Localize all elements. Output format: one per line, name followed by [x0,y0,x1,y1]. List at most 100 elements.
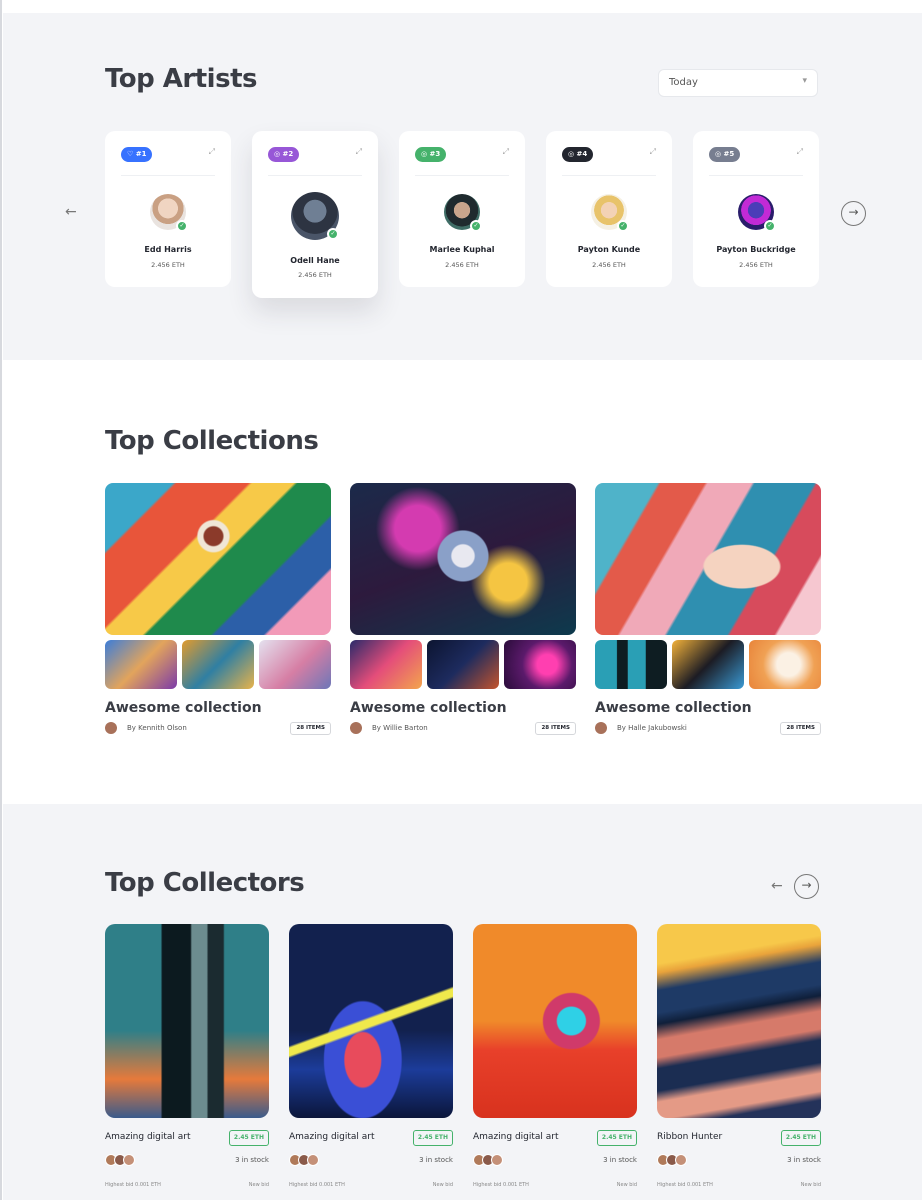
new-bid-link[interactable]: New bid [433,1182,453,1188]
arrow-right-circle-icon[interactable]: → [841,201,866,226]
collection-author: By Willie Barton [372,724,428,732]
collection-title: Awesome collection [595,700,752,716]
price-badge: 2.45 ETH [780,1130,821,1146]
avatar [123,1154,135,1166]
collection-title: Awesome collection [350,700,507,716]
divider [268,175,362,176]
pin-icon[interactable]: ⤢ [797,147,803,157]
collection-card[interactable]: Awesome collection By Kennith Olson 28 I… [105,483,331,736]
rank-label: #1 [135,150,147,158]
highest-bid: Highest bid 0.001 ETH [289,1182,345,1188]
artwork-title: Amazing digital art [289,1132,375,1142]
stock-count: 3 in stock [235,1156,269,1164]
new-bid-link[interactable]: New bid [801,1182,821,1188]
artist-amount: 2.456 ETH [739,261,773,269]
artist-name: Marlee Kuphal [429,245,495,254]
new-bid-link[interactable]: New bid [617,1182,637,1188]
divider [562,175,656,176]
check-icon: ✓ [617,220,629,232]
artist-card[interactable]: ◎ #2 ⤢ ✓ Odell Hane 2.456 ETH [252,131,378,298]
chevron-down-icon: ▾ [802,76,807,86]
collection-thumbnail [504,640,576,689]
collection-author: By Halle Jakubowski [617,724,687,732]
artwork-image [105,924,269,1118]
highest-bid: Highest bid 0.001 ETH [657,1182,713,1188]
collector-card[interactable]: Amazing digital art 2.45 ETH 3 in stock … [289,924,453,1192]
pin-icon[interactable]: ⤢ [356,147,362,157]
top-artists-title: Top Artists [105,64,257,94]
rank-label: #4 [576,150,588,158]
arrow-left-icon[interactable]: ← [771,878,783,894]
arrow-right-circle-icon[interactable]: → [794,874,819,899]
rank-label: #2 [282,150,294,158]
price-badge: 2.45 ETH [228,1130,269,1146]
arrow-left-icon[interactable]: ← [65,204,77,220]
artist-card[interactable]: ◎ #4 ⤢ ✓ Payton Kunde 2.456 ETH [546,131,672,287]
collector-card[interactable]: Ribbon Hunter 2.45 ETH 3 in stock Highes… [657,924,821,1192]
artist-amount: 2.456 ETH [445,261,479,269]
collection-main-image [105,483,331,635]
collection-main-image [350,483,576,635]
stock-count: 3 in stock [603,1156,637,1164]
top-collectors-title: Top Collectors [105,868,305,898]
pin-icon[interactable]: ⤢ [209,147,215,157]
page-left-border [0,0,2,1200]
owner-avatars [105,1154,135,1166]
artist-card[interactable]: ◎ #5 ⤢ ✓ Payton Buckridge 2.456 ETH [693,131,819,287]
collector-card[interactable]: Amazing digital art 2.45 ETH 3 in stock … [105,924,269,1192]
items-count-badge: 28 ITEMS [535,722,576,735]
avatar [491,1154,503,1166]
avatar [675,1154,687,1166]
stock-count: 3 in stock [419,1156,453,1164]
artwork-image [289,924,453,1118]
new-bid-link[interactable]: New bid [249,1182,269,1188]
owner-avatars [289,1154,319,1166]
divider [709,175,803,176]
artist-name: Edd Harris [144,245,192,254]
artist-name: Payton Kunde [577,245,641,254]
collection-thumbnail [427,640,499,689]
check-icon: ✓ [764,220,776,232]
rank-badge: ◎ #3 [415,147,447,162]
collection-thumbnail [350,640,422,689]
owner-avatars [657,1154,687,1166]
pin-icon[interactable]: ⤢ [503,147,509,157]
price-badge: 2.45 ETH [596,1130,637,1146]
collector-card[interactable]: Amazing digital art 2.45 ETH 3 in stock … [473,924,637,1192]
collection-card[interactable]: Awesome collection By Halle Jakubowski 2… [595,483,821,736]
period-dropdown-value: Today [669,77,698,88]
check-icon: ✓ [176,220,188,232]
rank-badge: ◎ #5 [709,147,741,162]
artwork-title: Ribbon Hunter [657,1132,723,1142]
artist-amount: 2.456 ETH [151,261,185,269]
rank-badge: ◎ #4 [562,147,594,162]
pin-icon[interactable]: ⤢ [650,147,656,157]
check-icon: ✓ [327,228,339,240]
highest-bid: Highest bid 0.001 ETH [105,1182,161,1188]
rank-badge: ♡ #1 [121,147,153,162]
artist-name: Odell Hane [290,256,340,265]
artwork-image [473,924,637,1118]
artist-card[interactable]: ◎ #3 ⤢ ✓ Marlee Kuphal 2.456 ETH [399,131,525,287]
rank-label: #3 [429,150,441,158]
collection-thumbnail [259,640,331,689]
period-dropdown[interactable]: Today ▾ [658,69,818,97]
collection-title: Awesome collection [105,700,262,716]
collection-main-image [595,483,821,635]
stock-count: 3 in stock [787,1156,821,1164]
check-icon: ✓ [470,220,482,232]
rank-badge: ◎ #2 [268,147,300,162]
artwork-title: Amazing digital art [105,1132,191,1142]
divider [121,175,215,176]
artist-name: Payton Buckridge [716,245,796,254]
collection-thumbnail [105,640,177,689]
avatar [350,722,362,734]
artist-card[interactable]: ♡ #1 ⤢ ✓ Edd Harris 2.456 ETH [105,131,231,287]
collection-thumbnail [182,640,254,689]
collection-card[interactable]: Awesome collection By Willie Barton 28 I… [350,483,576,736]
artist-amount: 2.456 ETH [298,271,332,279]
collection-thumbnail [672,640,744,689]
items-count-badge: 28 ITEMS [290,722,331,735]
rank-label: #5 [723,150,735,158]
divider [415,175,509,176]
